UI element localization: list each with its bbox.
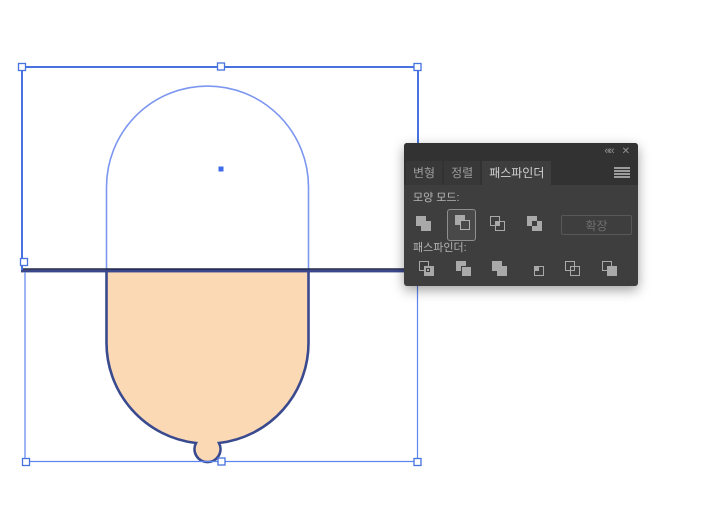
tab-pathfinder[interactable]: 패스파인더 — [482, 161, 552, 185]
trim-icon — [455, 260, 472, 277]
divide-button[interactable] — [413, 260, 435, 280]
merge-button[interactable] — [486, 260, 508, 280]
merge-icon — [491, 260, 508, 277]
tab-align[interactable]: 정렬 — [444, 161, 481, 185]
minus-front-icon — [454, 214, 471, 231]
unite-button[interactable] — [413, 215, 432, 235]
handle-top-right[interactable] — [413, 62, 422, 72]
exclude-icon — [526, 215, 543, 232]
panel-titlebar: «« ✕ — [404, 143, 638, 160]
outline-icon — [564, 260, 581, 277]
panel-menu-icon[interactable] — [614, 167, 630, 178]
collapse-panel-icon[interactable]: «« — [604, 143, 614, 160]
handle-top-left[interactable] — [17, 62, 27, 72]
rect-bottom-edge — [21, 269, 419, 273]
expand-button[interactable]: 확장 — [561, 214, 632, 235]
unite-icon — [415, 215, 432, 232]
pathfinder-row — [413, 261, 632, 279]
selection-center-marker — [218, 166, 224, 172]
intersect-icon — [489, 215, 506, 232]
crop-icon — [528, 260, 545, 277]
pathfinder-label: 패스파인더: — [413, 242, 467, 254]
trim-button[interactable] — [450, 260, 472, 280]
minus-back-icon — [601, 260, 618, 277]
shape-modes-label: 모양 모드: — [413, 192, 460, 204]
intersect-button[interactable] — [487, 215, 506, 235]
handle-mid-left[interactable] — [19, 257, 29, 267]
close-panel-icon[interactable]: ✕ — [622, 143, 630, 160]
panel-body: 모양 모드: 확장 패스파인더: — [404, 185, 638, 279]
minus-front-selected-frame — [447, 208, 477, 241]
bell-shape[interactable] — [105, 268, 310, 464]
crop-button[interactable] — [523, 260, 545, 280]
minus-back-button[interactable] — [596, 260, 618, 280]
rect-bottom-edge-dark — [21, 268, 419, 270]
handle-top-center[interactable] — [216, 62, 226, 71]
exclude-button[interactable] — [524, 215, 543, 235]
handle-bottom-center[interactable] — [217, 457, 226, 466]
panel-tabstrip: 변형 정렬 패스파인더 — [404, 160, 638, 185]
tab-transform[interactable]: 변형 — [406, 161, 443, 185]
minus-front-button[interactable] — [452, 214, 471, 234]
shape-modes-row: 확장 — [413, 208, 632, 241]
pathfinder-panel: «« ✕ 변형 정렬 패스파인더 모양 모드: 확장 패스파인더: — [404, 143, 638, 286]
illustrator-artboard: «« ✕ 변형 정렬 패스파인더 모양 모드: 확장 패스파인더: — [0, 0, 723, 525]
handle-bottom-left[interactable] — [21, 457, 31, 467]
hidden-path-outline — [105, 85, 310, 272]
handle-bottom-right[interactable] — [413, 457, 422, 467]
divide-icon — [418, 260, 435, 277]
outline-button[interactable] — [559, 260, 581, 280]
